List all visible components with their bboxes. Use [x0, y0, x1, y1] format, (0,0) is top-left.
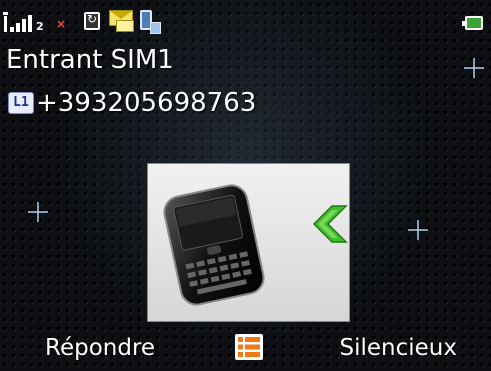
message-secondary-icon [116, 20, 134, 32]
call-status-title: Entrant SIM1 [6, 45, 174, 75]
softkey-bar: Répondre Silencieux [0, 330, 491, 370]
signal-strength-icon: 2 [3, 10, 50, 33]
status-bar: 2 × [0, 0, 491, 36]
nfc-icon [84, 12, 100, 30]
sparkle-decoration [28, 202, 48, 222]
caller-number: +393205698763 [36, 88, 257, 118]
sparkle-decoration [464, 58, 484, 78]
menu-list-icon[interactable] [235, 334, 263, 360]
arrow-left-icon [312, 205, 348, 243]
phone-status-secondary-icon [150, 22, 161, 34]
line-badge-icon: L1 [8, 92, 34, 114]
answer-button[interactable]: Répondre [45, 330, 155, 366]
sim-number: 2 [36, 20, 44, 33]
caller-number-row: L1 +393205698763 [8, 88, 256, 118]
no-service-icon: × [56, 17, 67, 31]
caller-picture [147, 163, 350, 322]
silence-button[interactable]: Silencieux [340, 330, 457, 366]
battery-icon [462, 16, 483, 30]
smartphone-image [163, 184, 265, 306]
sparkle-decoration [408, 220, 428, 240]
